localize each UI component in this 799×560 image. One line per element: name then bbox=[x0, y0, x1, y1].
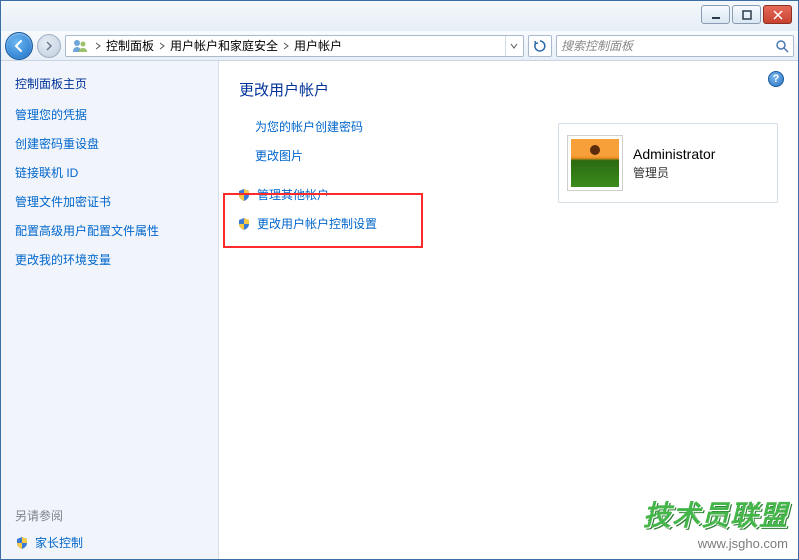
address-bar[interactable]: 控制面板 用户帐户和家庭安全 用户帐户 bbox=[65, 35, 524, 57]
close-icon bbox=[773, 10, 783, 20]
chevron-right-icon bbox=[94, 42, 102, 50]
chevron-right-icon bbox=[158, 42, 166, 50]
breadcrumb-item[interactable]: 用户帐户 bbox=[292, 37, 344, 54]
main-panel: ? 更改用户帐户 为您的帐户创建密码 更改图片 管理其他帐户 bbox=[219, 61, 798, 559]
user-accounts-icon bbox=[72, 38, 88, 54]
shield-icon bbox=[237, 188, 251, 202]
user-role: 管理员 bbox=[633, 164, 715, 181]
close-button[interactable] bbox=[763, 5, 792, 24]
user-info: Administrator 管理员 bbox=[633, 146, 715, 181]
link-label: 为您的帐户创建密码 bbox=[255, 118, 363, 135]
user-card: Administrator 管理员 bbox=[558, 123, 778, 203]
link-change-uac-settings[interactable]: 更改用户帐户控制设置 bbox=[237, 215, 778, 232]
sidebar-link-online-id[interactable]: 链接联机 ID bbox=[15, 164, 204, 181]
link-label: 管理其他帐户 bbox=[257, 186, 329, 203]
sidebar-footer-link-label: 家长控制 bbox=[35, 534, 83, 551]
shield-icon bbox=[15, 536, 29, 550]
chevron-down-icon bbox=[510, 42, 518, 50]
avatar-image bbox=[571, 139, 619, 187]
sidebar-link-file-encryption[interactable]: 管理文件加密证书 bbox=[15, 193, 204, 210]
maximize-button[interactable] bbox=[732, 5, 761, 24]
window-buttons bbox=[701, 5, 792, 24]
content-area: 控制面板主页 管理您的凭据 创建密码重设盘 链接联机 ID 管理文件加密证书 配… bbox=[1, 61, 798, 559]
chevron-right-icon bbox=[282, 42, 290, 50]
arrow-left-icon bbox=[12, 39, 26, 53]
sidebar-link-password-reset[interactable]: 创建密码重设盘 bbox=[15, 135, 204, 152]
maximize-icon bbox=[742, 10, 752, 20]
minimize-icon bbox=[711, 10, 721, 20]
search-input[interactable] bbox=[561, 39, 775, 53]
refresh-icon bbox=[533, 39, 547, 53]
navigation-bar: 控制面板 用户帐户和家庭安全 用户帐户 bbox=[1, 31, 798, 61]
username: Administrator bbox=[633, 146, 715, 162]
avatar bbox=[567, 135, 623, 191]
page-heading: 更改用户帐户 bbox=[239, 79, 778, 100]
breadcrumb-item[interactable]: 用户帐户和家庭安全 bbox=[168, 37, 280, 54]
see-also-label: 另请参阅 bbox=[15, 507, 204, 524]
breadcrumb-item[interactable]: 控制面板 bbox=[104, 37, 156, 54]
sidebar-footer-link[interactable]: 家长控制 bbox=[15, 534, 204, 551]
shield-icon bbox=[237, 217, 251, 231]
link-label: 更改图片 bbox=[255, 147, 303, 164]
sidebar-link-advanced-profile[interactable]: 配置高级用户配置文件属性 bbox=[15, 222, 204, 239]
sidebar: 控制面板主页 管理您的凭据 创建密码重设盘 链接联机 ID 管理文件加密证书 配… bbox=[1, 61, 219, 559]
sidebar-link-env-vars[interactable]: 更改我的环境变量 bbox=[15, 251, 204, 268]
refresh-button[interactable] bbox=[528, 35, 552, 57]
sidebar-footer: 另请参阅 家长控制 bbox=[15, 507, 204, 551]
sidebar-link-credentials[interactable]: 管理您的凭据 bbox=[15, 106, 204, 123]
search-box[interactable] bbox=[556, 35, 794, 57]
arrow-right-icon bbox=[44, 41, 54, 51]
back-button[interactable] bbox=[5, 32, 33, 60]
minimize-button[interactable] bbox=[701, 5, 730, 24]
link-label: 更改用户帐户控制设置 bbox=[257, 215, 377, 232]
search-icon bbox=[775, 39, 789, 53]
titlebar bbox=[1, 1, 798, 31]
control-panel-window: 控制面板 用户帐户和家庭安全 用户帐户 控制面板主页 管理您的 bbox=[0, 0, 799, 560]
address-dropdown[interactable] bbox=[505, 36, 521, 56]
sidebar-title[interactable]: 控制面板主页 bbox=[15, 75, 204, 92]
help-button[interactable]: ? bbox=[768, 71, 784, 87]
forward-button[interactable] bbox=[37, 34, 61, 58]
